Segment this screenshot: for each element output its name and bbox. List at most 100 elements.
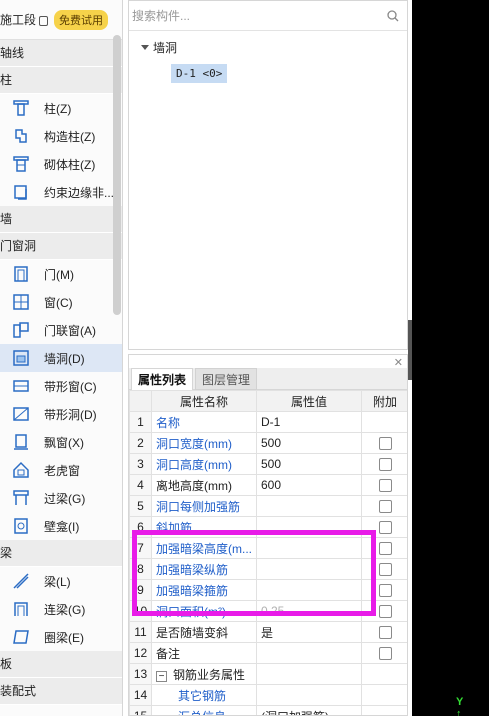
niche-icon [11,516,31,536]
nav-item-wall-opening[interactable]: 墙洞(D) [0,344,122,372]
property-name-text: 钢筋业务属性 [173,667,246,682]
category-openings[interactable]: 门窗洞 [0,233,122,260]
tab-layer-management[interactable]: 图层管理 [195,368,258,390]
nav-item-niche[interactable]: 壁龛(I) [0,512,122,540]
row-index: 14 [129,684,152,706]
property-name: 洞口高度(mm) [151,453,257,475]
trial-badge[interactable]: 免费试用 [54,9,109,30]
table-row[interactable]: 12 备注 [129,642,407,664]
category-axis[interactable]: 轴线 [0,40,122,67]
nav-item-label: 构造柱(Z) [44,129,96,144]
table-row[interactable]: 9 加强暗梁箍筋 [129,579,407,601]
category-beam[interactable]: 梁 [0,540,122,567]
table-row[interactable]: 10 洞口面积(m²) 0.25 [129,600,407,622]
property-value[interactable] [256,579,362,601]
search-icon[interactable] [387,10,399,25]
table-row[interactable]: 6 斜加筋 [129,516,407,538]
category-column[interactable]: 柱 [0,67,122,94]
property-table: 属性名称 属性值 附加 1 名称 D-1 2 洞口宽度(mm) 500 3 洞口高度(mm) 5… [129,390,407,715]
window-icon [11,292,31,312]
property-value[interactable] [256,558,362,580]
tree-node-wall-opening[interactable]: 墙洞 [141,39,407,56]
property-value[interactable] [256,663,362,685]
extra-checkbox[interactable] [378,479,392,493]
property-name: 加强暗梁高度(m... [151,537,257,559]
property-value[interactable] [256,516,362,538]
table-row[interactable]: 11 是否随墙变斜 是 [129,621,407,643]
extra-checkbox[interactable] [378,626,392,640]
extra-checkbox[interactable] [378,521,392,535]
property-name-text: 名称 [156,415,181,430]
collapse-icon[interactable]: − [156,670,167,682]
extra-cell [361,411,407,433]
beam-icon [11,571,31,591]
extra-checkbox[interactable] [378,458,392,472]
nav-item-coupling-beam[interactable]: 连梁(G) [0,595,122,623]
nav-item-dormer[interactable]: 老虎窗 [0,456,122,484]
table-row[interactable]: 5 洞口每侧加强筋 [129,495,407,517]
property-value[interactable]: (洞口加强筋) [256,705,362,715]
search-input[interactable]: 搜索构件... [132,7,190,24]
extra-cell [361,453,407,475]
table-row[interactable]: 4 离地高度(mm) 600 [129,474,407,496]
property-value[interactable]: 500 [256,432,362,454]
table-row[interactable]: 7 加强暗梁高度(m... [129,537,407,559]
nav-item-door-window[interactable]: 门联窗(A) [0,316,122,344]
extra-cell [361,642,407,664]
drawing-canvas[interactable] [412,0,489,716]
nav-item-masonry-column[interactable]: 砌体柱(Z) [0,150,122,178]
table-row[interactable]: 8 加强暗梁纵筋 [129,558,407,580]
nav-item-beam[interactable]: 梁(L) [0,567,122,595]
category-wall[interactable]: 墙 [0,206,122,233]
nav-item-strip-window[interactable]: 带形窗(C) [0,372,122,400]
nav-item-label: 过梁(G) [44,491,86,506]
table-row[interactable]: 1 名称 D-1 [129,411,407,433]
table-row[interactable]: 3 洞口高度(mm) 500 [129,453,407,475]
property-value[interactable]: 0.25 [256,600,362,622]
row-index: 1 [129,411,152,433]
nav-item-window[interactable]: 窗(C) [0,288,122,316]
table-row[interactable]: 14 其它钢筋 [129,684,407,706]
nav-item-ring-beam[interactable]: 圈梁(E) [0,623,122,651]
extra-checkbox[interactable] [378,437,392,451]
nav-item-door[interactable]: 门(M) [0,260,122,288]
table-row[interactable]: 13− 钢筋业务属性 [129,663,407,685]
property-name: 名称 [151,411,257,433]
extra-checkbox[interactable] [378,500,392,514]
table-row[interactable]: 15 汇总信息 (洞口加强筋) [129,705,407,715]
extra-checkbox[interactable] [378,563,392,577]
extra-checkbox[interactable] [378,647,392,661]
nav-item-column[interactable]: 柱(Z) [0,94,122,122]
extra-checkbox[interactable] [378,605,392,619]
row-index: 6 [129,516,152,538]
category-prefab[interactable]: 装配式 [0,678,122,705]
nav-item-constructional-column[interactable]: 构造柱(Z) [0,122,122,150]
chevron-down-icon[interactable] [141,45,149,50]
property-value[interactable]: D-1 [256,411,362,433]
property-value[interactable] [256,537,362,559]
component-search[interactable]: 搜索构件... [129,1,407,31]
extra-checkbox[interactable] [378,584,392,598]
property-value[interactable] [256,642,362,664]
tree-item-d1[interactable]: D-1 <0> [171,64,228,83]
table-row[interactable]: 2 洞口宽度(mm) 500 [129,432,407,454]
property-value[interactable]: 是 [256,621,362,643]
extra-cell [361,663,407,685]
row-index: 9 [129,579,152,601]
nav-item-label: 带形洞(D) [44,407,97,422]
nav-item-strip-opening[interactable]: 带形洞(D) [0,400,122,428]
construction-section-label[interactable]: 施工段 [0,11,36,28]
extra-checkbox[interactable] [378,542,392,556]
property-value[interactable]: 600 [256,474,362,496]
property-name-text: 斜加筋 [156,520,193,535]
nav-item-label: 窗(C) [44,295,73,310]
nav-item-lintel[interactable]: 过梁(G) [0,484,122,512]
property-value[interactable] [256,684,362,706]
tab-property-list[interactable]: 属性列表 [131,368,194,390]
nav-scrollbar[interactable] [113,35,121,315]
nav-item-boundary-element[interactable]: 约束边缘非... [0,178,122,206]
property-value[interactable] [256,495,362,517]
property-value[interactable]: 500 [256,453,362,475]
nav-item-bay-window[interactable]: 飘窗(X) [0,428,122,456]
category-slab[interactable]: 板 [0,651,122,678]
